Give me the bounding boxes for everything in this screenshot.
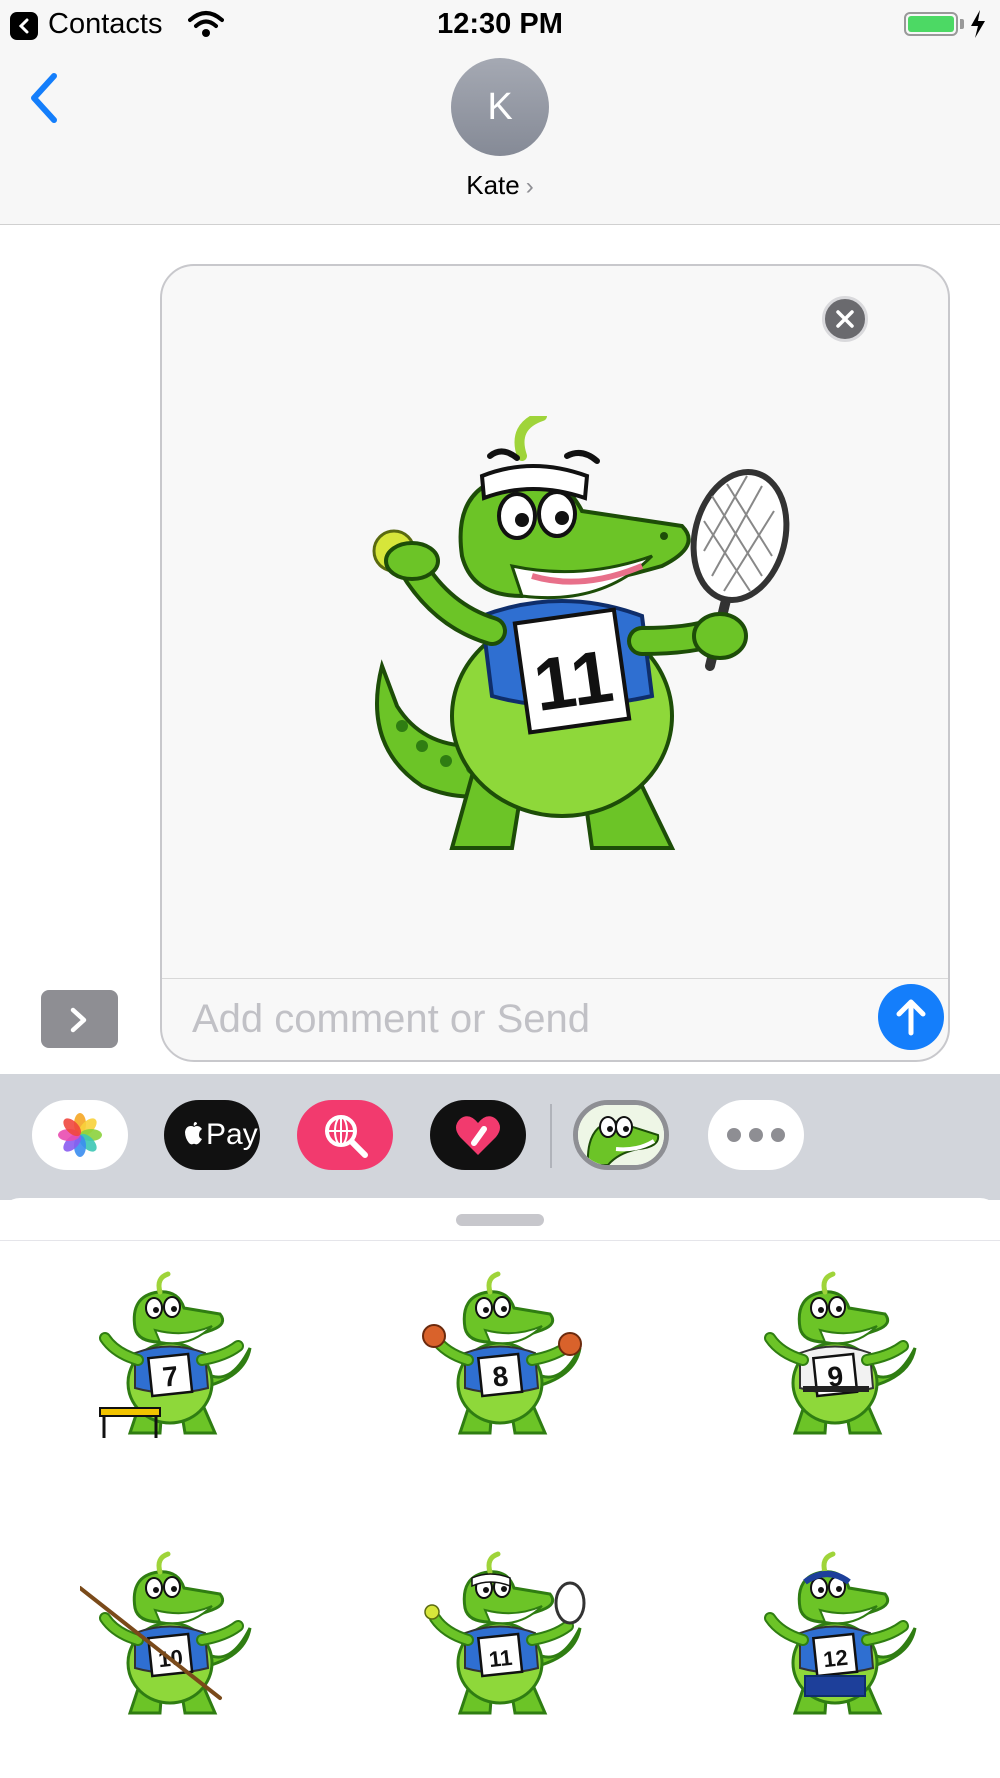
digital-touch-app-button[interactable] (430, 1100, 526, 1170)
sticker-number: 8 (491, 1360, 510, 1392)
heart-touch-icon (456, 1116, 500, 1155)
compose-divider (162, 978, 948, 979)
chevron-right-icon (70, 1007, 87, 1033)
back-chevron-icon[interactable] (26, 70, 60, 131)
croc-tennis-sticker: 11 (372, 416, 790, 850)
conversation-header: K Kate › (0, 50, 1000, 225)
battery-level (908, 16, 954, 32)
svg-text:11: 11 (529, 634, 618, 727)
status-bar: Contacts 12:30 PM (0, 0, 1000, 50)
contact-avatar[interactable]: K (451, 58, 549, 156)
croc-sticker-app-icon (578, 1105, 664, 1165)
croc-sticker-10: 10 (78, 1551, 252, 1715)
croc-sticker-8: 8 (422, 1271, 582, 1435)
croc-sticker-12: 12 (764, 1551, 917, 1715)
photos-app-button[interactable] (32, 1100, 128, 1170)
sticker-number: 12 (822, 1645, 849, 1672)
sticker-item[interactable]: 12 (745, 1548, 925, 1728)
croc-sticker-app-button[interactable] (573, 1100, 669, 1170)
sticker-item[interactable]: 10 (78, 1548, 260, 1728)
app-strip-separator (550, 1104, 552, 1168)
imessage-app-strip: Pay (0, 1074, 1000, 1200)
send-button[interactable] (878, 984, 944, 1050)
compose-field[interactable]: 11 (160, 264, 950, 1062)
more-icon (727, 1128, 785, 1142)
sticker-item[interactable]: 9 (745, 1268, 925, 1448)
croc-sticker-9: 9 (764, 1271, 917, 1435)
contact-name: Kate (466, 170, 520, 200)
apple-pay-app-button[interactable]: Pay (164, 1100, 260, 1170)
images-search-app-button[interactable] (297, 1100, 393, 1170)
croc-sticker-7: 7 (99, 1271, 252, 1438)
arrow-up-icon (896, 999, 926, 1036)
sticker-item[interactable]: 7 (80, 1268, 260, 1448)
more-apps-button[interactable] (708, 1100, 804, 1170)
sticker-item[interactable]: 11 (410, 1548, 590, 1728)
charging-bolt-icon (970, 10, 986, 43)
sticker-number: 7 (161, 1360, 180, 1392)
photos-icon (58, 1113, 102, 1157)
status-time: 12:30 PM (437, 8, 563, 40)
croc-sticker-11: 11 (424, 1551, 586, 1715)
apple-logo-icon (185, 1122, 202, 1145)
contact-name-button[interactable]: Kate › (0, 170, 1000, 201)
chevron-right-icon: › (525, 173, 534, 200)
remove-attachment-button[interactable] (822, 296, 868, 342)
drawer-grabber[interactable] (456, 1214, 544, 1226)
battery-tip (960, 19, 964, 29)
sticker-number: 11 (488, 1645, 514, 1672)
battery-icon (904, 12, 958, 36)
drawer-divider (0, 1240, 1000, 1241)
expand-apps-button[interactable] (41, 990, 118, 1048)
globe-search-icon (325, 1115, 368, 1158)
comment-input[interactable] (190, 988, 774, 1050)
close-icon (836, 310, 854, 328)
apple-pay-label: Pay (206, 1118, 258, 1151)
sticker-drawer: 7 8 9 10 11 12 (0, 1198, 1000, 1778)
sticker-item[interactable]: 8 (410, 1268, 590, 1448)
